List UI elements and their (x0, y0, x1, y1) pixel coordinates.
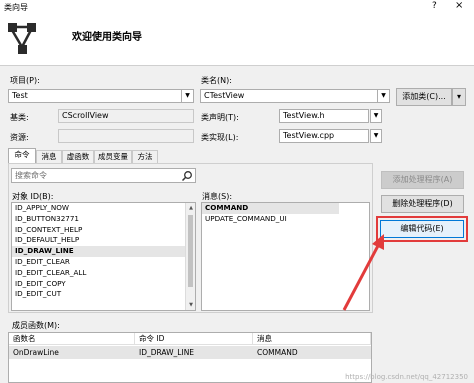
add-class-dropdown-icon[interactable]: ▾ (452, 88, 466, 106)
search-icon[interactable] (181, 170, 193, 182)
chevron-down-icon[interactable]: ▼ (181, 90, 193, 102)
chevron-down-icon[interactable]: ▼ (370, 129, 382, 143)
project-value: Test (12, 91, 28, 100)
header-panel: 欢迎使用类向导 (0, 14, 474, 66)
scroll-thumb[interactable] (188, 215, 193, 287)
chevron-down-icon[interactable]: ▼ (377, 90, 389, 102)
scroll-up-icon[interactable]: ▲ (186, 203, 195, 213)
implementation-field[interactable]: TestView.cpp (279, 129, 369, 143)
resource-field (58, 129, 194, 143)
base-class-value: CScrollView (62, 111, 109, 120)
member-functions-table[interactable]: 函数名 命令 ID 消息 OnDrawLine ID_DRAW_LINE COM… (8, 332, 372, 383)
implementation-label: 类实现(L): (201, 133, 239, 142)
list-item[interactable]: ID_APPLY_NOW (12, 203, 195, 214)
table-cell: OnDrawLine (13, 348, 59, 357)
window-title: 类向导 (4, 3, 28, 12)
object-id-scrollbar[interactable]: ▲ ▼ (185, 203, 195, 310)
object-id-label: 对象 ID(B): (12, 192, 54, 201)
list-item[interactable]: ID_DEFAULT_HELP (12, 235, 195, 246)
tab-commands[interactable]: 命令 (8, 148, 36, 163)
resource-label: 资源: (10, 133, 29, 142)
tab-methods[interactable]: 方法 (132, 150, 158, 163)
column-header[interactable]: 命令 ID (135, 333, 253, 345)
list-item[interactable]: ID_BUTTON32771 (12, 214, 195, 225)
object-id-list[interactable]: ID_APPLY_NOW ID_BUTTON32771 ID_CONTEXT_H… (11, 202, 196, 311)
class-wizard-logo-icon (8, 23, 36, 54)
list-item[interactable]: ID_EDIT_CLEAR_ALL (12, 268, 195, 279)
list-item[interactable]: ID_EDIT_CLEAR (12, 257, 195, 268)
classname-combo[interactable]: CTestView ▼ (200, 89, 390, 103)
welcome-heading: 欢迎使用类向导 (72, 32, 142, 43)
red-arrow-annotation (342, 234, 384, 311)
list-item[interactable]: ID_EDIT_COPY (12, 279, 195, 290)
declaration-value: TestView.h (283, 111, 325, 120)
tab-messages[interactable]: 消息 (36, 150, 62, 163)
tab-virtual-functions[interactable]: 虚函数 (62, 150, 94, 163)
project-label: 项目(P): (10, 76, 40, 85)
list-item[interactable]: UPDATE_COMMAND_UI (202, 214, 369, 225)
implementation-value: TestView.cpp (283, 131, 335, 140)
add-class-button[interactable]: 添加类(C)... (396, 88, 452, 106)
declaration-field[interactable]: TestView.h (279, 109, 369, 123)
column-header[interactable]: 函数名 (9, 333, 135, 345)
edit-code-button[interactable]: 编辑代码(E) (380, 220, 464, 238)
list-item[interactable]: ID_EDIT_CUT (12, 289, 195, 300)
table-cell: ID_DRAW_LINE (139, 348, 195, 357)
messages-label: 消息(S): (202, 192, 233, 201)
close-icon[interactable]: × (455, 0, 463, 11)
declaration-label: 类声明(T): (201, 113, 239, 122)
list-item-selected[interactable]: COMMAND (202, 203, 339, 214)
chevron-down-icon[interactable]: ▼ (370, 109, 382, 123)
classname-value: CTestView (204, 91, 245, 100)
search-input[interactable]: 搜索命令 (11, 168, 196, 183)
help-icon[interactable]: ? (432, 1, 437, 11)
tab-member-variables[interactable]: 成员变量 (94, 150, 132, 163)
classname-label: 类名(N): (201, 76, 232, 85)
scroll-down-icon[interactable]: ▼ (186, 300, 195, 310)
base-class-label: 基类: (10, 113, 29, 122)
base-class-field: CScrollView (58, 109, 194, 123)
table-cell: COMMAND (257, 348, 298, 357)
member-functions-label: 成员函数(M): (12, 321, 60, 330)
search-placeholder: 搜索命令 (15, 171, 47, 180)
project-combo[interactable]: Test ▼ (8, 89, 194, 103)
column-header[interactable]: 消息 (253, 333, 371, 345)
list-item-selected[interactable]: ID_DRAW_LINE (12, 246, 195, 257)
list-item[interactable]: ID_CONTEXT_HELP (12, 225, 195, 236)
title-bar: 类向导 ? × (0, 0, 474, 14)
add-handler-button[interactable]: 添加处理程序(A) (381, 171, 464, 189)
watermark-text: https://blog.csdn.net/qq_42712350 (345, 373, 468, 381)
delete-handler-button[interactable]: 删除处理程序(D) (381, 195, 464, 213)
